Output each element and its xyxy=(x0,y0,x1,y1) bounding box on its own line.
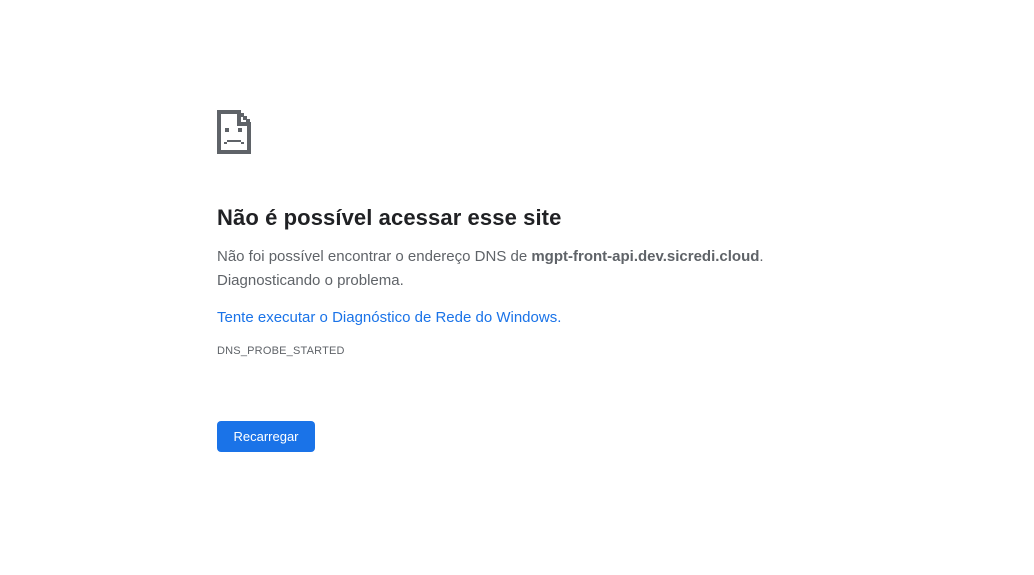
sad-page-icon xyxy=(217,110,251,154)
error-title: Não é possível acessar esse site xyxy=(217,205,562,230)
reload-button[interactable]: Recarregar xyxy=(217,421,315,452)
error-description: Não foi possível encontrar o endereço DN… xyxy=(217,245,837,293)
error-container: Não é possível acessar esse site Não foi… xyxy=(217,110,837,358)
error-description-prefix: Não foi possível encontrar o endereço DN… xyxy=(217,248,532,265)
error-code: DNS_PROBE_STARTED xyxy=(217,345,345,357)
network-diagnostics-link[interactable]: Tente executar o Diagnóstico de Rede do … xyxy=(217,308,561,328)
error-description-suffix: . xyxy=(759,248,764,265)
error-diagnosing-text: Diagnosticando o problema. xyxy=(217,272,404,289)
error-host: mgpt-front-api.dev.sicredi.cloud xyxy=(531,248,760,265)
